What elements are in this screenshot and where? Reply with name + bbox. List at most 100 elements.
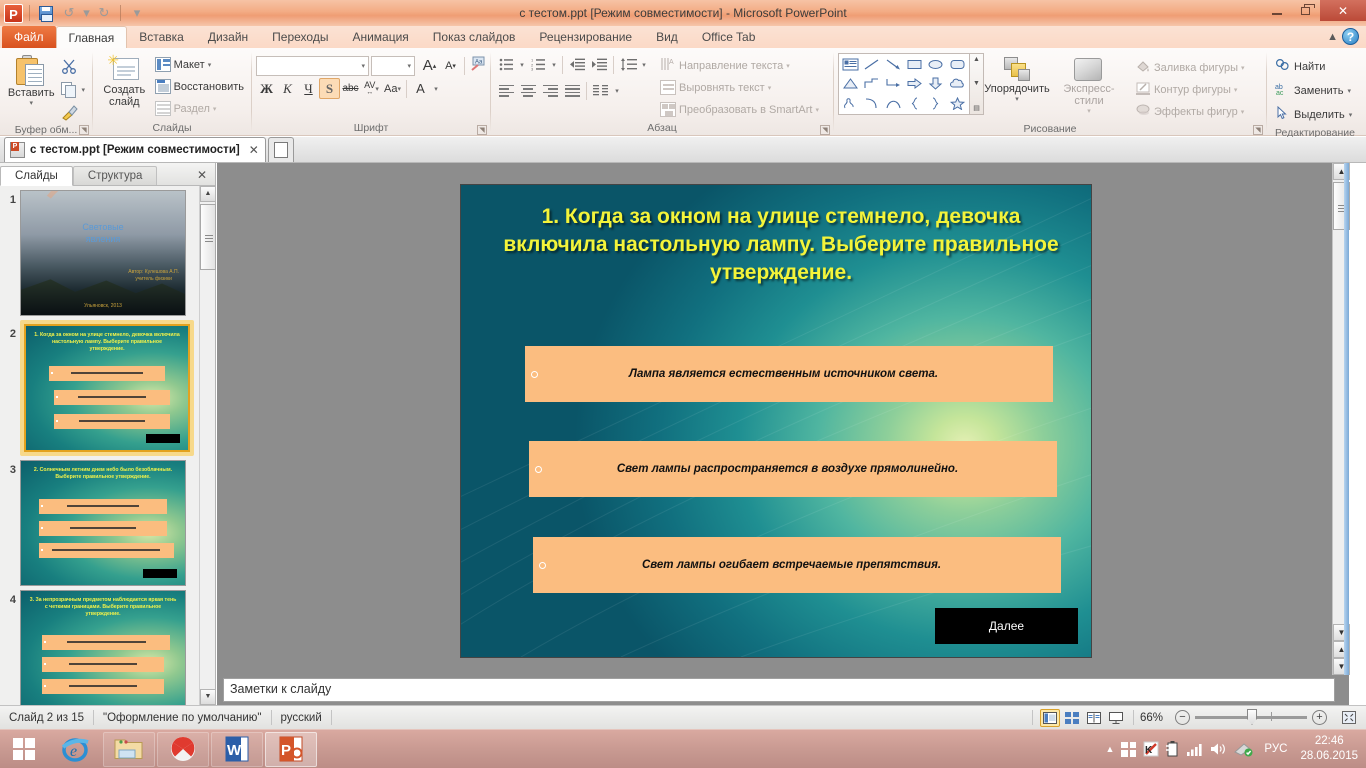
shape-cloud[interactable]: [947, 74, 968, 93]
select-button[interactable]: Выделить ▾: [1271, 103, 1356, 126]
undo-button[interactable]: ↺: [59, 3, 79, 23]
help-button[interactable]: ?: [1342, 28, 1360, 46]
tab-transitions[interactable]: Переходы: [260, 26, 340, 48]
chevron-down-icon[interactable]: ▾: [29, 99, 33, 107]
columns-button[interactable]: [590, 80, 612, 101]
new-document-tab-button[interactable]: [267, 137, 294, 162]
radio-button-icon[interactable]: [535, 465, 542, 473]
view-slide-sorter-button[interactable]: [1062, 709, 1082, 727]
more-shapes-icon[interactable]: ▤: [973, 104, 980, 112]
change-case-button[interactable]: Aa ▾: [382, 78, 403, 99]
find-button[interactable]: Найти: [1271, 55, 1329, 78]
chevron-down-icon[interactable]: ▾: [1347, 87, 1351, 95]
customize-qat-button[interactable]: ▾: [127, 3, 147, 23]
tab-home[interactable]: Главная: [55, 26, 128, 48]
arrange-button[interactable]: Упорядочить ▾: [984, 53, 1050, 122]
shape-elbow-arrow[interactable]: [883, 74, 904, 93]
fit-to-window-button[interactable]: [1339, 709, 1359, 727]
slide-thumbnail[interactable]: Световые явления Автор: Кулешова А.П. уч…: [20, 190, 186, 316]
shapes-gallery[interactable]: [838, 53, 970, 115]
shape-fill-button[interactable]: Заливка фигуры ▾: [1132, 57, 1248, 78]
list-item[interactable]: 4 3. За непрозрачным предметом наблюдает…: [0, 586, 200, 705]
document-tab[interactable]: с тестом.ppt [Режим совместимости] ✕: [4, 137, 266, 162]
radio-button-icon[interactable]: [539, 561, 546, 569]
font-dialog-launcher[interactable]: ◥: [477, 125, 487, 135]
clear-formatting-button[interactable]: Aa: [468, 55, 489, 76]
restore-button[interactable]: [1291, 0, 1320, 21]
align-left-button[interactable]: [495, 80, 517, 101]
current-slide[interactable]: 1. Когда за окном на улице стемнело, дев…: [461, 185, 1091, 657]
language-indicator[interactable]: русский: [272, 706, 331, 730]
shape-outline-button[interactable]: Контур фигуры ▾: [1132, 79, 1248, 100]
zoom-out-button[interactable]: −: [1175, 710, 1190, 725]
columns-dropdown[interactable]: ▾: [612, 80, 622, 101]
powerpoint-logo-icon[interactable]: P: [4, 3, 23, 23]
font-color-button[interactable]: A: [410, 78, 431, 99]
shape-rectangle[interactable]: [904, 55, 925, 74]
start-button[interactable]: [0, 730, 48, 768]
answer-option-3[interactable]: Свет лампы огибает встречаемые препятств…: [533, 537, 1061, 593]
zoom-track[interactable]: [1195, 709, 1307, 725]
tab-file[interactable]: Файл: [2, 26, 56, 48]
slide-thumbnail[interactable]: 3. За непрозрачным предметом наблюдается…: [20, 590, 186, 705]
chevron-down-icon[interactable]: ▾: [815, 106, 819, 114]
chevron-down-icon[interactable]: ▾: [786, 62, 790, 70]
text-direction-button[interactable]: A Направление текста ▾: [657, 55, 822, 76]
cut-button[interactable]: [58, 56, 88, 77]
shape-oval[interactable]: [925, 55, 946, 74]
tab-view[interactable]: Вид: [644, 26, 690, 48]
close-pane-icon[interactable]: ✕: [197, 168, 207, 185]
answer-option-2[interactable]: Свет лампы распространяется в воздухе пр…: [529, 441, 1057, 497]
action-center-icon[interactable]: [1121, 741, 1137, 757]
chevron-down-icon[interactable]: ▾: [1234, 86, 1238, 94]
list-item[interactable]: 2 1. Когда за окном на улице стемнело, д…: [0, 316, 200, 456]
slide-thumbnail-list[interactable]: 1 Световые явления Автор: Кулешова А.П. …: [0, 186, 200, 705]
underline-button[interactable]: Ч: [298, 78, 319, 99]
scrollbar-thumb[interactable]: [200, 204, 216, 270]
line-spacing-button[interactable]: [617, 54, 639, 75]
strikethrough-button[interactable]: abc: [340, 78, 361, 99]
list-item[interactable]: 3 2. Солнечным летним днем небо было без…: [0, 456, 200, 586]
layout-button[interactable]: Макет ▾: [152, 54, 247, 75]
view-normal-button[interactable]: [1039, 708, 1060, 727]
font-name-input[interactable]: ▾: [256, 55, 369, 76]
shape-right-arrow[interactable]: [904, 74, 925, 93]
grow-font-button[interactable]: A ▴: [419, 55, 440, 76]
increase-indent-button[interactable]: [588, 54, 610, 75]
clipboard-dialog-launcher[interactable]: ◥: [79, 125, 89, 135]
numbering-button[interactable]: 123: [527, 54, 549, 75]
redo-button[interactable]: ↻: [94, 3, 114, 23]
shape-curve[interactable]: [861, 94, 882, 113]
drawing-dialog-launcher[interactable]: ◥: [1253, 125, 1263, 135]
collapse-ribbon-icon[interactable]: ▲: [1327, 31, 1338, 43]
italic-button[interactable]: К: [277, 78, 298, 99]
language-indicator[interactable]: РУС: [1261, 743, 1287, 755]
view-slideshow-button[interactable]: [1106, 709, 1126, 727]
shape-effects-button[interactable]: Эффекты фигур ▾: [1132, 101, 1248, 122]
text-shadow-button[interactable]: S: [319, 78, 340, 99]
taskbar-item-file-explorer[interactable]: [103, 731, 155, 767]
tab-review[interactable]: Рецензирование: [527, 26, 644, 48]
scroll-up-button[interactable]: ▲: [200, 186, 216, 202]
chevron-down-icon[interactable]: ▾: [375, 85, 379, 93]
bold-button[interactable]: Ж: [256, 78, 277, 99]
tab-animations[interactable]: Анимация: [340, 26, 420, 48]
chevron-down-icon[interactable]: ▾: [1241, 64, 1245, 72]
shrink-font-button[interactable]: A ▾: [440, 55, 461, 76]
view-reading-button[interactable]: [1084, 709, 1104, 727]
reset-button[interactable]: Восстановить: [152, 76, 247, 97]
format-painter-button[interactable]: [58, 102, 88, 123]
chevron-down-icon[interactable]: ▾: [1015, 95, 1019, 103]
chevron-down-icon[interactable]: ▾: [213, 105, 217, 113]
tab-design[interactable]: Дизайн: [196, 26, 260, 48]
shape-left-brace[interactable]: [904, 94, 925, 113]
slide-title[interactable]: 1. Когда за окном на улице стемнело, дев…: [491, 203, 1071, 287]
undo-dropdown-icon[interactable]: ▾: [82, 3, 91, 23]
chevron-down-icon[interactable]: ▾: [1241, 108, 1245, 116]
slide-thumbnail[interactable]: 1. Когда за окном на улице стемнело, дев…: [24, 324, 190, 452]
zoom-in-button[interactable]: +: [1312, 710, 1327, 725]
close-button[interactable]: ✕: [1320, 0, 1366, 21]
show-hidden-icons-button[interactable]: ▲: [1105, 744, 1114, 754]
bullets-dropdown[interactable]: ▾: [517, 54, 527, 75]
shape-scribble[interactable]: [840, 94, 861, 113]
